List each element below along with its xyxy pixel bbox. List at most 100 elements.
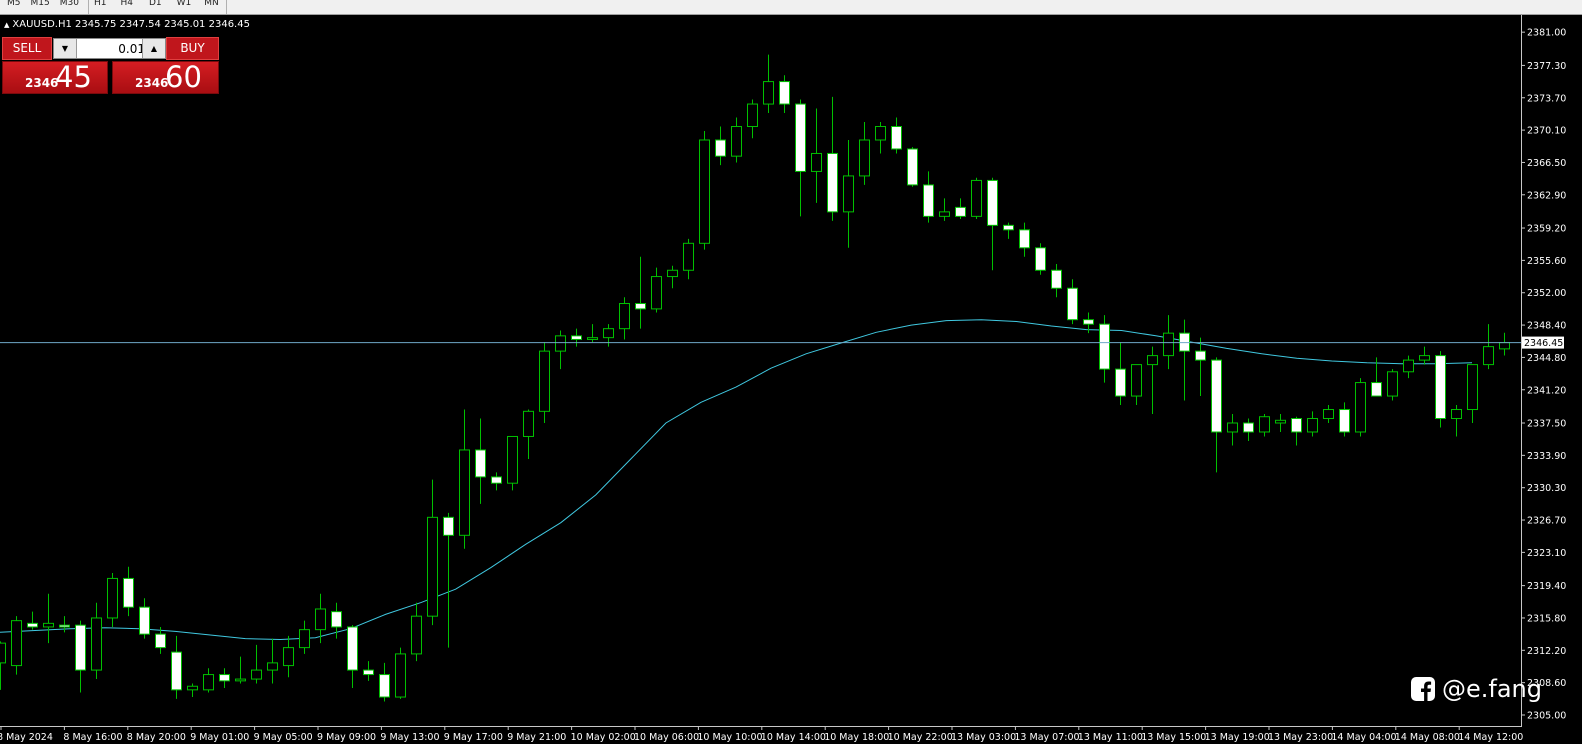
candle-bear (331, 611, 342, 628)
time-tick-label: 8 May 20:00 (127, 732, 186, 743)
candle-bull (539, 350, 550, 412)
candle-bull (603, 328, 614, 339)
price-tick-label: 2326.70 (1527, 516, 1566, 527)
timeframe-h1[interactable]: H1 (88, 0, 113, 14)
time-tick-label: 14 May 08:00 (1395, 732, 1460, 743)
time-tick-label: 14 May 04:00 (1331, 732, 1396, 743)
price-chart[interactable]: 2381.00 2377.30 2373.70 2370.10 2366.50 2362.… (0, 15, 1582, 744)
price-tick-label: 2312.20 (1527, 646, 1566, 657)
candle-bear (379, 674, 390, 698)
candle-bear (635, 303, 646, 310)
candle-bull (267, 662, 278, 671)
candle-bull (971, 179, 982, 217)
timeframe-m30[interactable]: M30 (55, 0, 84, 14)
candle-bear (1035, 247, 1046, 271)
candle-bear (907, 148, 918, 186)
candle-bull (699, 139, 710, 244)
time-tick-label: 10 May 02:00 (571, 732, 636, 743)
candle-bear (1067, 287, 1078, 321)
candle-bear (1051, 269, 1062, 289)
timeframe-toolbar: M5 M15 M30 H1 H4 D1 W1 MN (0, 0, 1582, 15)
one-click-trading-panel: SELL ▼ ▲ BUY 2346 45 2346 60 (2, 37, 219, 94)
candle-bull (667, 269, 678, 278)
candle-bull (811, 152, 822, 172)
timeframe-h4[interactable]: H4 (113, 0, 142, 14)
buy-button[interactable]: BUY (166, 37, 219, 60)
lot-size-input[interactable] (77, 39, 147, 58)
candle-bear (475, 449, 486, 478)
time-tick-label: 10 May 18:00 (824, 732, 889, 743)
price-tick-label: 2377.30 (1527, 61, 1566, 72)
candle-bear (139, 606, 150, 635)
time-tick-label: 10 May 22:00 (888, 732, 953, 743)
timeframe-m15[interactable]: M15 (26, 0, 55, 14)
candle-bull (91, 617, 102, 671)
candle-bull (683, 242, 694, 271)
candle-bull (651, 276, 662, 310)
candle-bear (795, 103, 806, 172)
candle-bear (1371, 382, 1382, 397)
candle-bear (987, 179, 998, 226)
candle-bear (715, 139, 726, 157)
time-tick-label: 9 May 01:00 (190, 732, 249, 743)
symbol-info: ▲ XAUUSD.H1 2345.75 2347.54 2345.01 2346.… (4, 19, 250, 30)
candle-bull (1147, 355, 1158, 366)
candle-bear (1019, 229, 1030, 249)
price-tick-label: 2381.00 (1527, 28, 1566, 39)
timeframe-group-minutes: M5 M15 M30 (2, 0, 84, 14)
price-tick-label: 2352.00 (1527, 288, 1566, 299)
candle-bull (0, 642, 6, 664)
price-tick-label: 2362.90 (1527, 190, 1566, 201)
toolbar-separator (226, 0, 227, 14)
candle-bull (11, 620, 22, 667)
candle-bear (75, 624, 86, 671)
candle-bull (283, 647, 294, 667)
time-tick-label: 9 May 21:00 (507, 732, 566, 743)
timeframe-mn[interactable]: MN (198, 0, 225, 14)
time-tick-label: 10 May 06:00 (634, 732, 699, 743)
price-tick-label: 2319.40 (1527, 581, 1566, 592)
candle-bull (1131, 364, 1142, 397)
candles-layer (0, 54, 1510, 702)
candle-bull (1387, 371, 1398, 397)
candle-bull (843, 175, 854, 213)
buy-price-button[interactable]: 2346 60 (112, 60, 219, 94)
candle-bear (923, 184, 934, 217)
candle-bear (1083, 319, 1094, 325)
time-tick-label: 9 May 05:00 (254, 732, 313, 743)
candle-bear (219, 674, 230, 682)
time-tick-label: 14 May 12:00 (1458, 732, 1523, 743)
facebook-icon (1411, 677, 1435, 701)
candle-bull (555, 335, 566, 352)
sell-price-button[interactable]: 2346 45 (2, 60, 108, 94)
candle-bear (827, 152, 838, 213)
triangle-up-icon: ▲ (150, 44, 158, 53)
buy-price-prefix: 2346 (135, 76, 169, 90)
lot-decrease-button[interactable]: ▼ (54, 39, 77, 58)
candle-bull (395, 653, 406, 698)
candle-bear (1435, 355, 1446, 420)
candle-bull (763, 81, 774, 105)
candle-bull (1227, 422, 1238, 433)
candle-bull (875, 126, 886, 141)
collapse-triangle-icon[interactable]: ▲ (4, 21, 9, 29)
candle-bull (459, 449, 470, 536)
timeframe-w1[interactable]: W1 (170, 0, 199, 14)
watermark-text: @e.fang (1442, 675, 1542, 703)
time-tick-label: 13 May 07:00 (1014, 732, 1079, 743)
candle-bear (1339, 409, 1350, 433)
candle-bear (443, 516, 454, 536)
symbol-info-text: XAUUSD.H1 2345.75 2347.54 2345.01 2346.4… (12, 19, 250, 30)
timeframe-d1[interactable]: D1 (141, 0, 170, 14)
timeframe-m5[interactable]: M5 (2, 0, 26, 14)
candle-bull (299, 629, 310, 649)
candle-bull (587, 337, 598, 340)
candle-bull (1163, 332, 1174, 357)
candle-bull (1355, 382, 1366, 433)
candle-bull (203, 674, 214, 691)
candle-bull (235, 678, 246, 682)
watermark: @e.fang (1410, 675, 1542, 703)
candle-bull (507, 435, 518, 484)
sell-button[interactable]: SELL (2, 37, 52, 60)
lot-increase-button[interactable]: ▲ (142, 39, 165, 58)
